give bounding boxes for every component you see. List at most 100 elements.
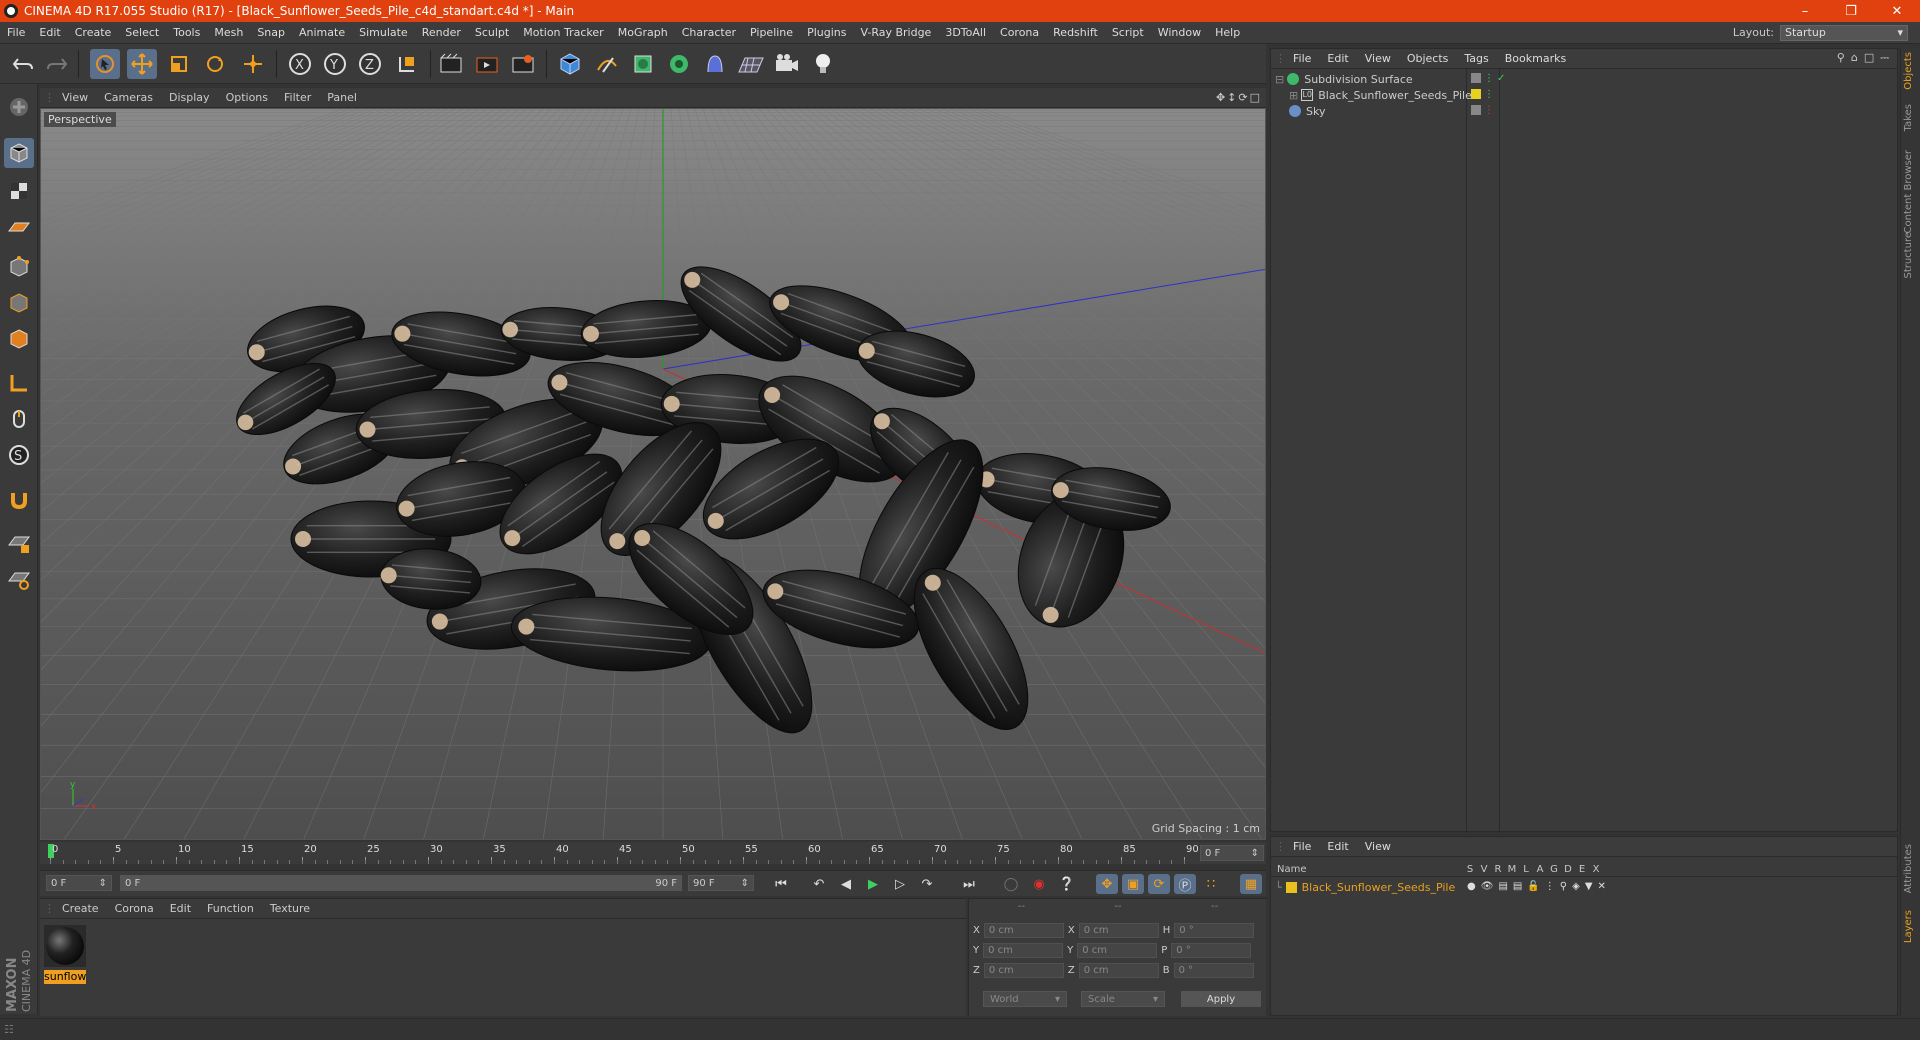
object-menu-bookmarks[interactable]: Bookmarks	[1497, 52, 1574, 65]
mograph-cloner-icon[interactable]	[664, 49, 694, 79]
expression-flag-icon[interactable]: ▼	[1585, 881, 1593, 892]
subdivision-surface-icon[interactable]	[628, 49, 658, 79]
lock-flag-icon[interactable]: 🔓	[1527, 881, 1539, 892]
go-to-start-icon[interactable]: ⏮	[770, 874, 792, 894]
expand-icon[interactable]: ⊞	[1289, 89, 1298, 102]
viewport-menu-panel[interactable]: Panel	[319, 91, 365, 104]
spline-pen-icon[interactable]	[592, 49, 622, 79]
layer-flag-header-d[interactable]: D	[1561, 864, 1575, 875]
view-flag-icon[interactable]: 👁	[1481, 881, 1494, 892]
material-swatch-sunflow[interactable]: sunflow	[44, 925, 86, 984]
play-forward-icon[interactable]: ▶	[862, 874, 884, 894]
material-menu-create[interactable]: Create	[54, 902, 107, 915]
menu-item-plugins[interactable]: Plugins	[800, 26, 853, 39]
light-bulb-icon[interactable]	[808, 49, 838, 79]
menu-item-edit[interactable]: Edit	[32, 26, 67, 39]
viewport-menu-display[interactable]: Display	[161, 91, 218, 104]
workplane-lock-icon[interactable]	[4, 528, 34, 558]
position-x-field[interactable]: 0 cm	[983, 923, 1064, 938]
render-flag-icon[interactable]: ▤	[1498, 881, 1507, 892]
layer-flag-header-g[interactable]: G	[1547, 864, 1561, 875]
menu-item-snap[interactable]: Snap	[250, 26, 292, 39]
visibility-dots-icon[interactable]: ⋮	[1484, 73, 1494, 84]
key-scale-icon[interactable]: ▣	[1122, 874, 1144, 894]
workplane-mode-icon[interactable]	[4, 212, 34, 242]
enabled-check-icon[interactable]: ✓	[1497, 73, 1505, 84]
menu-item-motion-tracker[interactable]: Motion Tracker	[516, 26, 610, 39]
render-picture-viewer-icon[interactable]	[472, 49, 502, 79]
menu-item-help[interactable]: Help	[1208, 26, 1247, 39]
layer-tag-icon[interactable]	[1471, 73, 1481, 83]
next-frame-icon[interactable]: ▷	[889, 874, 911, 894]
tweak-mode-icon[interactable]	[4, 404, 34, 434]
material-menu-edit[interactable]: Edit	[162, 902, 199, 915]
animation-flag-icon[interactable]: ⋮	[1545, 881, 1555, 892]
menu-item-tools[interactable]: Tools	[166, 26, 207, 39]
viewport-menu-view[interactable]: View	[54, 91, 96, 104]
move-icon[interactable]	[127, 49, 157, 79]
layer-flag-header-r[interactable]: R	[1491, 864, 1505, 875]
rotation-b-field[interactable]: 0 °	[1173, 963, 1254, 978]
manager-flag-icon[interactable]: ▤	[1513, 881, 1522, 892]
render-settings-icon[interactable]	[508, 49, 538, 79]
new-window-icon[interactable]: □	[1864, 51, 1874, 65]
camera-icon[interactable]	[772, 49, 802, 79]
menu-item-mograph[interactable]: MoGraph	[611, 26, 675, 39]
deformer-flag-icon[interactable]: ◈	[1572, 881, 1580, 892]
layer-color-swatch[interactable]	[1285, 881, 1297, 893]
solo-flag-icon[interactable]: ●	[1467, 881, 1476, 892]
rotate-icon[interactable]	[200, 49, 230, 79]
generator-flag-icon[interactable]: ⚲	[1560, 881, 1567, 892]
perspective-viewport[interactable]: y x	[40, 108, 1266, 840]
next-key-icon[interactable]: ↷	[916, 874, 938, 894]
menu-item-script[interactable]: Script	[1105, 26, 1151, 39]
tab-layers[interactable]: Layers	[1903, 910, 1914, 943]
keyframe-selection-icon[interactable]: ❔	[1056, 874, 1078, 894]
undo-icon[interactable]	[8, 49, 38, 79]
position-z-field[interactable]: 0 cm	[983, 963, 1064, 978]
menu-item-file[interactable]: File	[0, 26, 32, 39]
viewport-camera-label[interactable]: Perspective	[44, 112, 116, 127]
key-position-icon[interactable]: ✥	[1096, 874, 1118, 894]
menu-item-mesh[interactable]: Mesh	[207, 26, 250, 39]
menu-item-render[interactable]: Render	[415, 26, 468, 39]
object-menu-edit[interactable]: Edit	[1319, 52, 1356, 65]
layer-flag-header-m[interactable]: M	[1505, 864, 1519, 875]
menu-item-corona[interactable]: Corona	[993, 26, 1046, 39]
menu-item-v-ray-bridge[interactable]: V-Ray Bridge	[853, 26, 938, 39]
grid-snap-icon[interactable]	[4, 564, 34, 594]
axis-mode-icon[interactable]	[4, 368, 34, 398]
layer-color-icon[interactable]	[1471, 89, 1481, 99]
key-parameter-icon[interactable]: Ⓟ	[1174, 874, 1196, 894]
viewport-menu-options[interactable]: Options	[218, 91, 276, 104]
layer-flag-header-x[interactable]: X	[1589, 864, 1603, 875]
y-axis-lock-icon[interactable]: Y	[320, 49, 350, 79]
layer-flag-header-v[interactable]: V	[1477, 864, 1491, 875]
rotation-p-field[interactable]: 0 °	[1171, 943, 1252, 958]
minimize-button[interactable]: –	[1782, 4, 1828, 19]
menu-item-select[interactable]: Select	[118, 26, 166, 39]
close-button[interactable]: ✕	[1874, 4, 1920, 19]
dolly-view-icon[interactable]: ↕	[1227, 91, 1236, 104]
z-axis-lock-icon[interactable]: Z	[355, 49, 385, 79]
select-cursor-icon[interactable]	[90, 49, 120, 79]
position-y-field[interactable]: 0 cm	[983, 943, 1064, 958]
home-icon[interactable]: ⌂	[1851, 51, 1858, 65]
menu-item-character[interactable]: Character	[675, 26, 743, 39]
redo-icon[interactable]	[42, 49, 72, 79]
size-mode-dropdown[interactable]: Scale ▾	[1081, 991, 1165, 1007]
end-frame-field[interactable]: 90 F ⇕	[688, 875, 754, 891]
viewport-menu-cameras[interactable]: Cameras	[96, 91, 161, 104]
tab-structure[interactable]: Structure	[1903, 232, 1914, 279]
deformer-icon[interactable]	[700, 49, 730, 79]
visibility-dots-icon[interactable]: ⋮	[1484, 105, 1494, 116]
autokey-icon[interactable]: ◉	[1028, 874, 1050, 894]
size-y-field[interactable]: 0 cm	[1077, 943, 1158, 958]
solo-mode-icon[interactable]: S	[4, 440, 34, 470]
timeline-window-icon[interactable]: ▦	[1240, 874, 1262, 894]
menu-item-redshift[interactable]: Redshift	[1046, 26, 1105, 39]
current-frame-field[interactable]: 0 F ⇕	[1200, 845, 1264, 861]
layer-menu-edit[interactable]: Edit	[1319, 840, 1356, 853]
key-pla-icon[interactable]: ∷	[1200, 874, 1222, 894]
object-row-sky[interactable]: Sky	[1275, 102, 1325, 120]
